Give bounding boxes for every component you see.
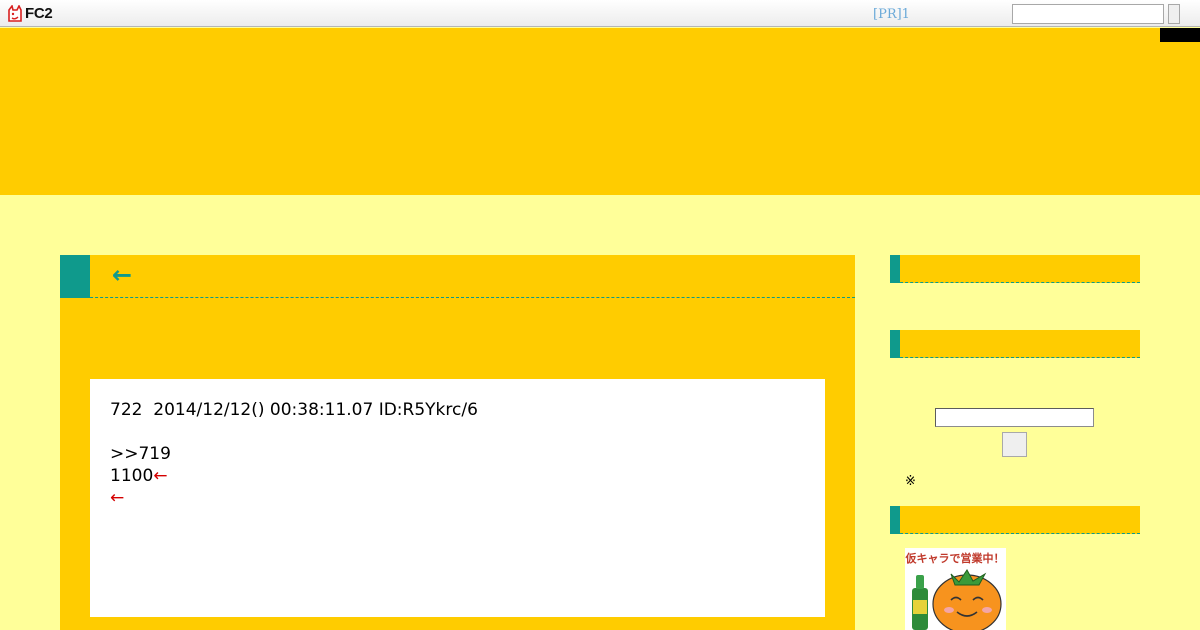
post-header-line: 722 2014/12/12() 00:38:11.07 ID:R5Ykrc/6 [110, 400, 478, 420]
sidebar-search-input[interactable] [935, 408, 1094, 427]
red-arrow-icon: ← [110, 488, 125, 508]
sidebar-heading-1 [890, 255, 1140, 283]
pr-link[interactable]: [PR]1 [873, 7, 910, 22]
article-title[interactable]: ← [112, 261, 132, 289]
article-title-accent [60, 255, 90, 298]
sidebar-heading-accent [890, 506, 900, 534]
red-arrow-icon: ← [153, 466, 168, 486]
sidebar-heading-accent [890, 255, 900, 283]
top-search-button[interactable] [1168, 4, 1180, 24]
fc2-fox-icon [8, 5, 22, 22]
post-body: 722 2014/12/12() 00:38:11.07 ID:R5Ykrc/6… [90, 379, 825, 617]
fc2-logo-text: FC2 [25, 5, 53, 22]
post-line-arrow: ← [110, 487, 805, 509]
fc2-logo[interactable]: FC2 [7, 4, 53, 23]
sidebar-heading-accent [890, 330, 900, 358]
sidebar-heading-2 [890, 330, 1140, 358]
sidebar-banner[interactable]: 仮キャラで営業中！ [905, 548, 1006, 630]
sidebar-note: ※ [905, 474, 916, 489]
fc2-top-bar: FC2 [PR]1 [0, 0, 1200, 27]
banner-caption: 仮キャラで営業中！ [905, 551, 1005, 565]
post-line-text: 1100 [110, 466, 154, 486]
sidebar-heading-3 [890, 506, 1140, 534]
orange-mascot-icon: 仮キャラで営業中！ [905, 548, 1006, 630]
sidebar-search-button[interactable] [1002, 432, 1027, 457]
header-dark-block [1160, 28, 1200, 42]
reply-reference[interactable]: >>719 [110, 443, 805, 465]
post-line-1100: 1100← [110, 465, 805, 487]
article: ← 722 2014/12/12() 00:38:11.07 ID:R5Ykrc… [60, 255, 855, 630]
blog-header [0, 28, 1200, 195]
article-title-bar: ← [60, 255, 855, 298]
top-search-input[interactable] [1012, 4, 1164, 24]
